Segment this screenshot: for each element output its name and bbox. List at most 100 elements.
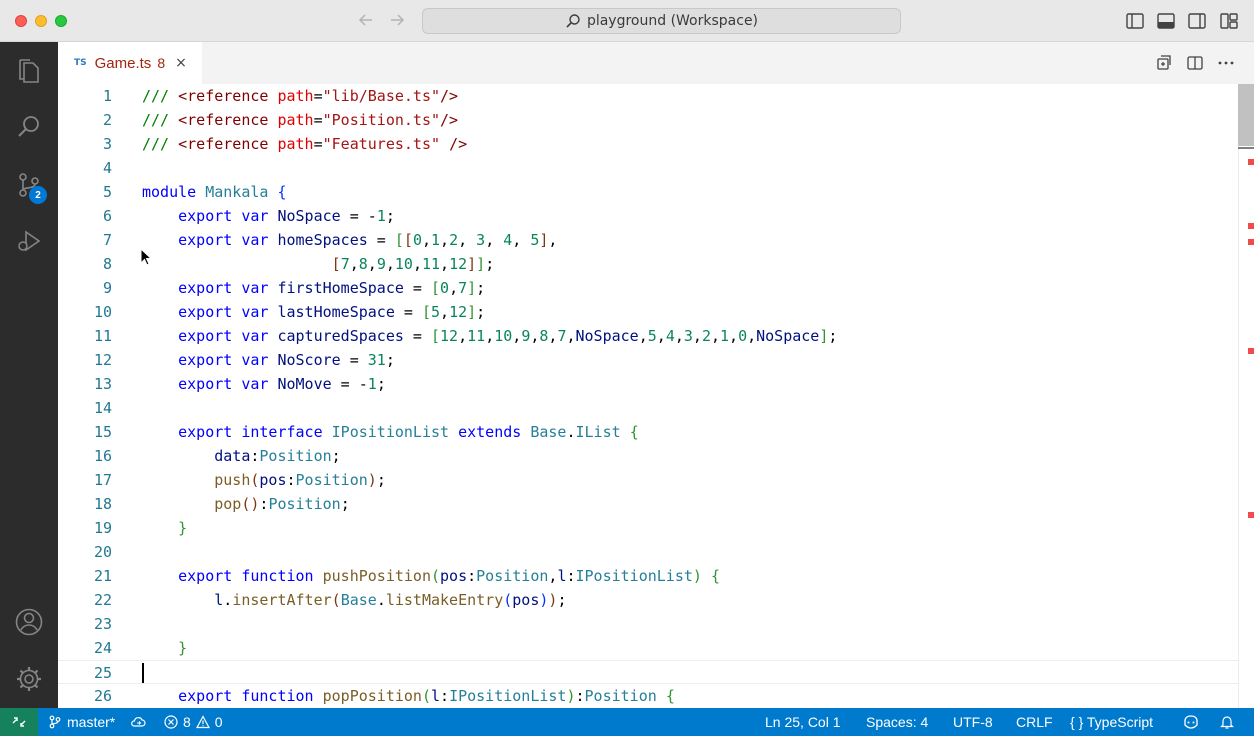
code-line[interactable]: 5 module Mankala { xyxy=(58,180,1238,204)
run-debug-button[interactable] xyxy=(0,216,58,266)
code-line[interactable]: 8 [7,8,9,10,11,12]]; xyxy=(58,252,1238,276)
code-token: 11 xyxy=(467,327,486,345)
code-line[interactable]: 20 xyxy=(58,540,1238,564)
code-line[interactable]: 12 export var NoScore = 31; xyxy=(58,348,1238,372)
code-token: var xyxy=(241,231,278,249)
code-token: Position xyxy=(295,471,368,489)
line-number: 9 xyxy=(102,279,112,297)
code-token: lastHomeSpace xyxy=(277,303,395,321)
code-line[interactable]: 23 xyxy=(58,612,1238,636)
search-button[interactable] xyxy=(0,102,58,152)
code-token: ] xyxy=(467,255,477,273)
notifications-button[interactable] xyxy=(1219,708,1235,736)
code-line[interactable]: 3 /// <reference path="Features.ts" /> xyxy=(58,132,1238,156)
minimize-window-button[interactable] xyxy=(35,15,47,27)
code-line[interactable]: 18 pop():Position; xyxy=(58,492,1238,516)
scrollbar-thumb[interactable] xyxy=(1238,84,1254,146)
code-text: export var capturedSpaces = [12,11,10,9,… xyxy=(142,324,837,348)
language-mode[interactable]: { } TypeScript xyxy=(1070,708,1153,736)
code-line[interactable]: 9 export var firstHomeSpace = [0,7]; xyxy=(58,276,1238,300)
code-line[interactable]: 17 push(pos:Position); xyxy=(58,468,1238,492)
code-line[interactable]: 22 l.insertAfter(Base.listMakeEntry(pos)… xyxy=(58,588,1238,612)
indentation-setting[interactable]: Spaces: 4 xyxy=(866,708,928,736)
branch-indicator[interactable]: master* xyxy=(48,708,115,736)
code-token: "Features.ts" xyxy=(322,135,441,153)
code-line[interactable]: 19 } xyxy=(58,516,1238,540)
code-line[interactable]: 11 export var capturedSpaces = [12,11,10… xyxy=(58,324,1238,348)
command-center[interactable]: playground (Workspace) xyxy=(422,8,901,34)
error-marker xyxy=(1248,159,1254,165)
tab-game-ts[interactable]: TS Game.ts 8 × xyxy=(58,42,202,84)
toggle-secondary-sidebar-icon[interactable] xyxy=(1187,11,1207,31)
customize-layout-icon[interactable] xyxy=(1219,11,1239,31)
explorer-button[interactable] xyxy=(0,46,58,96)
copilot-button[interactable] xyxy=(1182,708,1200,736)
code-text: l.insertAfter(Base.listMakeEntry(pos)); xyxy=(142,588,566,612)
line-number: 23 xyxy=(93,615,112,633)
code-token: = xyxy=(403,327,431,345)
code-line[interactable]: 15 export interface IPositionList extend… xyxy=(58,420,1238,444)
code-token: export xyxy=(178,687,242,705)
code-token: export xyxy=(178,303,242,321)
code-token: 10 xyxy=(494,327,513,345)
code-line[interactable]: 14 xyxy=(58,396,1238,420)
remote-indicator[interactable] xyxy=(0,708,38,736)
code-token: push xyxy=(214,471,251,489)
code-token: { xyxy=(710,567,720,585)
code-token: <reference xyxy=(178,87,278,105)
go-back-icon[interactable] xyxy=(356,10,376,30)
code-line[interactable]: 4 xyxy=(58,156,1238,180)
code-token: [ xyxy=(331,255,341,273)
sync-button[interactable] xyxy=(130,708,146,736)
more-actions-icon[interactable] xyxy=(1217,54,1235,72)
typescript-file-icon: TS xyxy=(74,58,87,68)
code-line[interactable]: 16 data:Position; xyxy=(58,444,1238,468)
error-marker xyxy=(1248,223,1254,229)
code-line[interactable]: 7 export var homeSpaces = [[0,1,2, 3, 4,… xyxy=(58,228,1238,252)
code-token: ) xyxy=(367,471,377,489)
toggle-primary-sidebar-icon[interactable] xyxy=(1125,11,1145,31)
code-text: /// <reference path="Position.ts"/> xyxy=(142,108,458,132)
close-icon[interactable]: × xyxy=(175,55,187,71)
code-token: Position xyxy=(259,447,332,465)
code-token: capturedSpaces xyxy=(277,327,404,345)
code-line[interactable]: 24 } xyxy=(58,636,1238,660)
code-text: data:Position; xyxy=(142,444,340,468)
line-number: 19 xyxy=(93,519,112,537)
code-line[interactable]: 6 export var NoSpace = -1; xyxy=(58,204,1238,228)
manage-button[interactable] xyxy=(0,654,58,704)
run-debug-icon xyxy=(18,230,41,252)
code-line[interactable]: 25 xyxy=(58,660,1238,684)
source-control-button[interactable]: 2 xyxy=(0,160,58,210)
code-token: , xyxy=(656,327,666,345)
eol-setting[interactable]: CRLF xyxy=(1016,708,1053,736)
encoding-setting[interactable]: UTF-8 xyxy=(953,708,993,736)
code-editor[interactable]: 1/// <reference path="lib/Base.ts"/> 2///… xyxy=(58,84,1238,708)
error-icon xyxy=(164,715,178,729)
line-number: 8 xyxy=(102,255,112,273)
code-line[interactable]: 2 /// <reference path="Position.ts"/> xyxy=(58,108,1238,132)
problems-indicator[interactable]: 8 0 xyxy=(164,708,223,736)
code-token: IPositionList xyxy=(331,423,459,441)
go-forward-icon[interactable] xyxy=(387,10,407,30)
code-line[interactable]: 21 export function pushPosition(pos:Posi… xyxy=(58,564,1238,588)
open-changes-icon[interactable] xyxy=(1155,54,1173,72)
accounts-button[interactable] xyxy=(0,597,58,647)
code-token: , xyxy=(729,327,739,345)
split-editor-icon[interactable] xyxy=(1186,54,1204,72)
code-token: 10 xyxy=(394,255,413,273)
code-token: = xyxy=(313,135,323,153)
code-line[interactable]: 10 export var lastHomeSpace = [5,12]; xyxy=(58,300,1238,324)
cursor-position[interactable]: Ln 25, Col 1 xyxy=(765,708,841,736)
code-text: } xyxy=(142,516,187,540)
toggle-panel-icon[interactable] xyxy=(1156,11,1176,31)
editor-scrollbar[interactable] xyxy=(1238,84,1254,708)
code-line[interactable]: 26 export function popPosition(l:IPositi… xyxy=(58,684,1238,708)
code-token: . xyxy=(376,591,386,609)
maximize-window-button[interactable] xyxy=(55,15,67,27)
code-line[interactable]: 1 /// <reference path="lib/Base.ts"/> xyxy=(58,84,1238,108)
close-window-button[interactable] xyxy=(15,15,27,27)
code-line[interactable]: 13 export var NoMove = -1; xyxy=(58,372,1238,396)
